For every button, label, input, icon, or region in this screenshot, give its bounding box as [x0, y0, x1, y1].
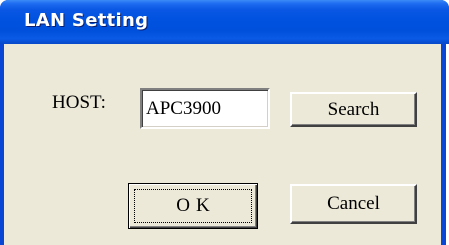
- window-title: LAN Setting: [24, 10, 149, 31]
- dialog-body: HOST: Search OK Cancel: [4, 44, 441, 245]
- search-button[interactable]: Search: [290, 92, 417, 127]
- cancel-button[interactable]: Cancel: [290, 184, 417, 224]
- focus-ring: [134, 189, 252, 223]
- search-button-label: Search: [327, 98, 380, 120]
- host-input[interactable]: [140, 88, 270, 129]
- host-label: HOST:: [52, 92, 106, 113]
- window-frame-right: [441, 44, 449, 245]
- cancel-button-label: Cancel: [327, 193, 380, 214]
- ok-button[interactable]: OK: [128, 183, 258, 229]
- title-bar[interactable]: LAN Setting: [0, 0, 449, 44]
- dialog-window: LAN Setting HOST: Search OK Cancel: [0, 0, 449, 245]
